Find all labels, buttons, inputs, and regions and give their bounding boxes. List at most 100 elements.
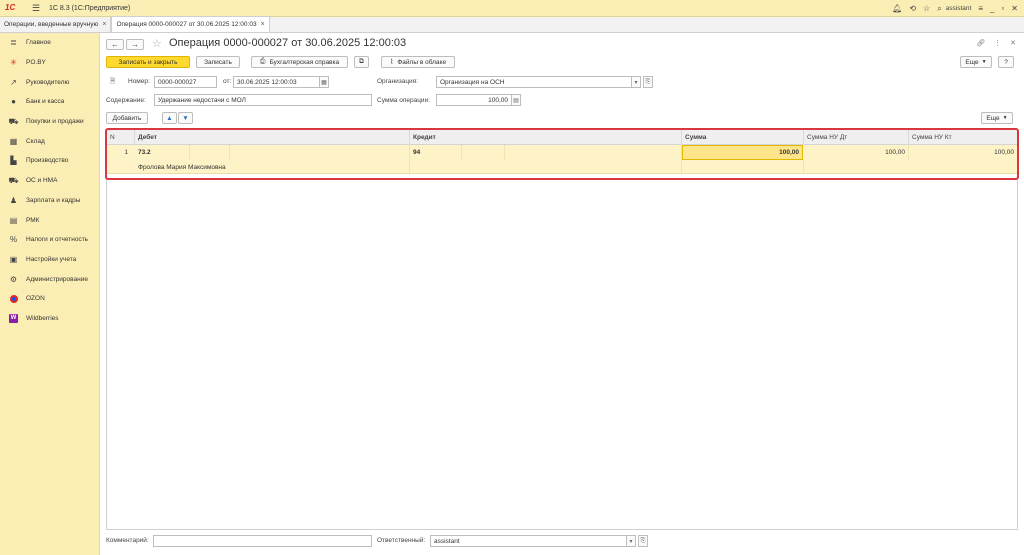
operation-amount-label: Сумма операции: bbox=[377, 97, 430, 104]
date-field[interactable]: 30.06.2025 12:00:03 bbox=[233, 76, 320, 88]
sidebar-item-poby[interactable]: ✳ PO.BY bbox=[0, 53, 99, 73]
organization-field[interactable]: Организация на ОСН bbox=[436, 76, 632, 88]
debit-account-cell[interactable]: 73.2 bbox=[135, 145, 190, 160]
more-vertical-icon[interactable]: ⋮ bbox=[994, 39, 1001, 47]
back-arrow-icon[interactable]: ← bbox=[106, 39, 124, 50]
sidebar-item-bank[interactable]: ● Банк и касса bbox=[0, 92, 99, 112]
column-sum-nu-dt[interactable]: Сумма НУ Дт bbox=[804, 130, 909, 145]
sum-sub-cell bbox=[682, 160, 804, 174]
sidebar-item-main[interactable]: ≣ Главное bbox=[0, 33, 99, 53]
calculator-icon[interactable]: ▤ bbox=[511, 94, 521, 106]
more-button[interactable]: Еще ▼ bbox=[960, 56, 992, 68]
minimize-icon[interactable]: _ bbox=[990, 4, 994, 13]
column-debit[interactable]: Дебет bbox=[135, 130, 410, 145]
responsible-field[interactable]: assistant bbox=[430, 535, 627, 547]
open-link-icon[interactable]: ⎘ bbox=[638, 535, 648, 547]
help-button[interactable]: ? bbox=[998, 56, 1014, 68]
sidebar-item-taxes[interactable]: % Налоги и отчетность bbox=[0, 230, 99, 250]
number-field[interactable]: 0000-000027 bbox=[154, 76, 217, 88]
save-and-close-button[interactable]: Записать и закрыть bbox=[106, 56, 190, 68]
sidebar-item-label: Администрирование bbox=[26, 275, 88, 283]
restore-icon[interactable]: ▫ bbox=[1001, 4, 1004, 13]
dropdown-chevron-icon[interactable]: ▾ bbox=[631, 76, 641, 88]
save-button[interactable]: Записать bbox=[196, 56, 240, 68]
dropdown-chevron-icon[interactable]: ▾ bbox=[626, 535, 636, 547]
chevron-down-icon: ▼ bbox=[1002, 115, 1008, 121]
document-form: ← → ☆ Операция 0000-000027 от 30.06.2025… bbox=[100, 33, 1024, 555]
column-sum-nu-kt[interactable]: Сумма НУ Кт bbox=[909, 130, 1017, 145]
chevron-down-icon: ▼ bbox=[981, 59, 987, 65]
paperclip-icon: ⌇ bbox=[389, 59, 394, 66]
sum-nu-dt-cell[interactable]: 100,00 bbox=[804, 145, 909, 160]
debit-subconto-2-cell[interactable] bbox=[190, 145, 230, 160]
title-bar: 1С ☰ 1С 8.3 (1С:Предприятие) 🔔︎ ⟲ ☆ ⌕ as… bbox=[0, 0, 1024, 17]
tab-operation[interactable]: Операция 0000-000027 от 30.06.2025 12:00… bbox=[111, 16, 270, 32]
comment-field[interactable] bbox=[153, 535, 372, 547]
sidebar-item-label: OZON bbox=[26, 295, 45, 303]
open-link-icon[interactable]: ⎘ bbox=[643, 76, 653, 88]
credit-subconto-cell[interactable] bbox=[410, 160, 682, 174]
credit-subconto-2-cell[interactable] bbox=[505, 145, 682, 160]
star-burst-icon: ✳ bbox=[10, 58, 17, 68]
date-label: от: bbox=[223, 78, 232, 85]
calendar-icon[interactable]: ▦ bbox=[319, 76, 329, 88]
settings-menu-icon[interactable]: ≡ bbox=[978, 4, 983, 13]
column-n[interactable]: N bbox=[107, 130, 135, 145]
credit-account-cell[interactable]: 94 bbox=[410, 145, 462, 160]
credit-subconto-1-cell[interactable] bbox=[462, 145, 505, 160]
move-down-button[interactable]: ▼ bbox=[178, 112, 193, 124]
column-sum[interactable]: Сумма bbox=[682, 130, 804, 145]
factory-icon: ▙ bbox=[10, 156, 17, 166]
sidebar-item-fixed-assets[interactable]: ⛟ ОС и НМА bbox=[0, 171, 99, 191]
title-bar-tools: 🔔︎ ⟲ ☆ ⌕ assistant ≡ _ ▫ ✕ bbox=[892, 0, 1018, 17]
sidebar-item-administration[interactable]: ⚙ Администрирование bbox=[0, 269, 99, 289]
sum-nu-kt-cell[interactable]: 100,00 bbox=[909, 145, 1017, 160]
content-field[interactable]: Удержание недостачи с МОЛ bbox=[154, 94, 372, 106]
debit-subconto-3-cell[interactable] bbox=[230, 145, 410, 160]
cloud-files-button[interactable]: ⌇ Файлы в облаке bbox=[381, 56, 455, 68]
document-icon: 🗎︎ bbox=[110, 78, 116, 85]
search-icon[interactable]: ⌕ bbox=[937, 4, 941, 14]
form-header-tools: 🔗︎ ⋮ ✕ bbox=[976, 39, 1016, 47]
sidebar-item-purchases-sales[interactable]: ⛟ Покупки и продажи bbox=[0, 112, 99, 132]
history-icon[interactable]: ⟲ bbox=[909, 4, 916, 13]
sidebar-item-rmk[interactable]: ▤ РМК bbox=[0, 210, 99, 230]
table-row[interactable]: 1 73.2 94 100,00 100,00 100,00 bbox=[107, 145, 1017, 160]
current-user[interactable]: assistant bbox=[946, 5, 972, 12]
content-label: Содержание: bbox=[106, 97, 146, 104]
table-more-button[interactable]: Еще ▼ bbox=[981, 112, 1013, 124]
close-tab-icon[interactable]: × bbox=[102, 21, 106, 28]
link-icon[interactable]: 🔗︎ bbox=[976, 39, 985, 47]
bell-icon[interactable]: 🔔︎ bbox=[892, 4, 902, 13]
gear-icon: ⚙ bbox=[9, 274, 18, 284]
column-credit[interactable]: Кредит bbox=[410, 130, 682, 145]
sidebar-item-warehouse[interactable]: ▦ Склад bbox=[0, 131, 99, 151]
sidebar-item-accounting-settings[interactable]: ▣ Настройки учета bbox=[0, 250, 99, 270]
structure-button[interactable]: ⧉ bbox=[354, 56, 369, 68]
sidebar-item-label: РМК bbox=[26, 216, 40, 224]
sidebar-item-label: Главное bbox=[26, 39, 51, 47]
sidebar-item-label: PO.BY bbox=[26, 59, 46, 67]
sidebar-item-ozon[interactable]: OZON bbox=[0, 289, 99, 309]
close-window-icon[interactable]: ✕ bbox=[1011, 4, 1018, 13]
operation-amount-field[interactable]: 100,00 bbox=[436, 94, 512, 106]
close-tab-icon[interactable]: × bbox=[261, 21, 265, 28]
debit-subconto-cell[interactable]: Фролова Мария Максимовна bbox=[135, 160, 410, 174]
sidebar-item-wildberries[interactable]: W Wildberries bbox=[0, 309, 99, 329]
table-row-subconto[interactable]: Фролова Мария Максимовна bbox=[107, 160, 1017, 174]
sidebar-item-label: Руководителю bbox=[26, 78, 70, 86]
sidebar-item-salary[interactable]: ♟ Зарплата и кадры bbox=[0, 191, 99, 211]
forward-arrow-icon[interactable]: → bbox=[126, 39, 144, 50]
accounting-report-button[interactable]: ⎙ Бухгалтерская справка bbox=[251, 56, 348, 68]
main-menu-icon[interactable]: ☰ bbox=[29, 3, 43, 14]
close-form-icon[interactable]: ✕ bbox=[1010, 39, 1016, 47]
move-up-button[interactable]: ▲ bbox=[162, 112, 177, 124]
sidebar-item-production[interactable]: ▙ Производство bbox=[0, 151, 99, 171]
favorites-star-icon[interactable]: ☆ bbox=[923, 4, 930, 13]
favorite-star-icon[interactable]: ☆ bbox=[152, 37, 162, 50]
sum-cell[interactable]: 100,00 bbox=[682, 145, 803, 160]
add-row-button[interactable]: Добавить bbox=[106, 112, 148, 124]
sidebar-item-manager[interactable]: ↗ Руководителю bbox=[0, 72, 99, 92]
entries-table[interactable]: N Дебет Кредит Сумма Сумма НУ Дт Сумма Н… bbox=[106, 129, 1018, 530]
tab-manual-operations[interactable]: Операции, введенные вручную × bbox=[0, 17, 112, 32]
